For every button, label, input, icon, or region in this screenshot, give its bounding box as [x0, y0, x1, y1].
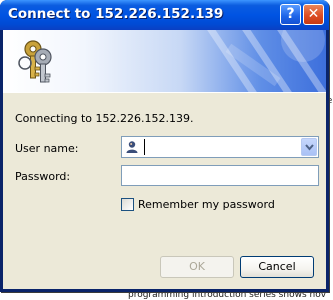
banner-divider — [3, 92, 326, 93]
remember-password-checkbox[interactable] — [121, 198, 134, 211]
username-dropdown-button[interactable] — [301, 138, 317, 156]
username-input[interactable] — [144, 139, 295, 155]
remember-password-label[interactable]: Remember my password — [138, 198, 275, 211]
user-icon — [126, 141, 138, 153]
connect-dialog: Connect to 152.226.152.139 ? ✕ Connectin… — [0, 0, 329, 292]
close-button[interactable]: ✕ — [303, 4, 324, 25]
banner — [3, 30, 326, 92]
window-title: Connect to 152.226.152.139 — [8, 6, 224, 22]
password-input[interactable] — [121, 165, 319, 186]
keys-icon — [18, 40, 52, 83]
username-label: User name: — [15, 142, 79, 155]
cancel-button[interactable]: Cancel — [240, 256, 314, 278]
chevron-down-icon — [305, 144, 314, 151]
help-button[interactable]: ? — [280, 4, 301, 25]
title-bar[interactable]: Connect to 152.226.152.139 ? ✕ — [0, 0, 329, 30]
help-icon: ? — [286, 6, 295, 22]
dialog-body: Connecting to 152.226.152.139. User name… — [3, 30, 326, 289]
username-combobox[interactable] — [121, 136, 319, 158]
close-icon: ✕ — [307, 6, 320, 22]
ok-button[interactable]: OK — [160, 256, 234, 278]
connecting-message: Connecting to 152.226.152.139. — [15, 112, 194, 125]
password-label: Password: — [15, 170, 71, 183]
